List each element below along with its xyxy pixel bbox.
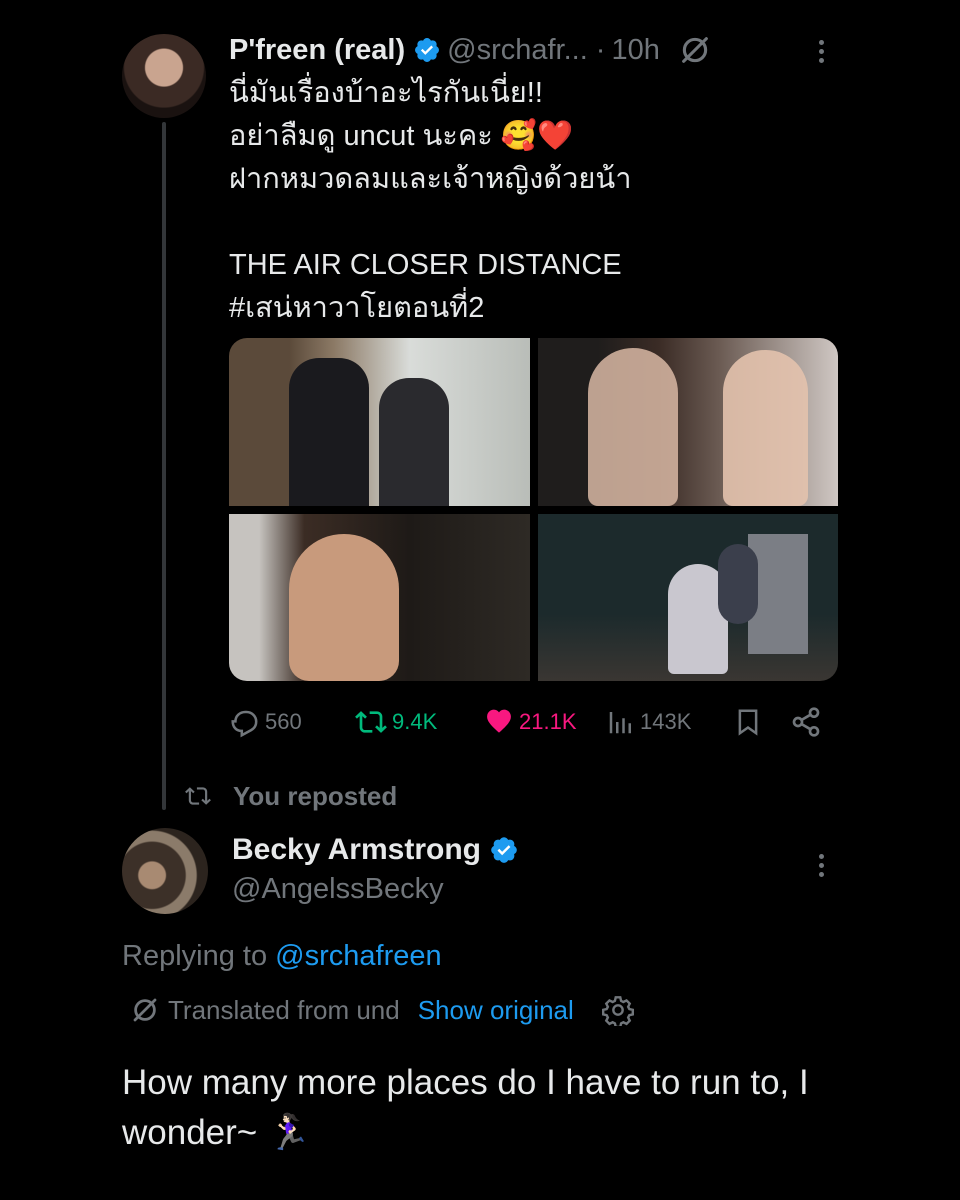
media-photo-3[interactable]	[229, 514, 530, 681]
author-name[interactable]: P'freen (real)	[229, 34, 405, 67]
replying-to: Replying to @srchafreen	[122, 936, 442, 976]
author-handle[interactable]: @AngelssBecky	[232, 870, 444, 908]
tweet-line-title: THE AIR CLOSER DISTANCE	[229, 249, 622, 281]
views-icon	[609, 712, 631, 734]
gear-icon[interactable]	[601, 994, 634, 1026]
share-icon	[792, 707, 820, 737]
like-count: 21.1K	[519, 709, 577, 734]
thread-connector-line	[162, 122, 166, 810]
reply-button[interactable]: 560	[229, 700, 302, 744]
translation-bar: Translated from und Show original	[130, 990, 634, 1030]
reply-icon	[231, 710, 258, 738]
repost-count: 9.4K	[392, 709, 438, 734]
replying-to-handle[interactable]: @srchafreen	[275, 940, 441, 972]
heart-icon	[487, 709, 511, 733]
translate-icon	[133, 998, 157, 1022]
views-count: 143K	[640, 709, 692, 734]
verified-badge-icon	[491, 837, 517, 863]
verified-badge-icon	[415, 38, 440, 62]
tweet-line-1: นี่มันเรื่องบ้าอะไรกันเนี่ย!!	[229, 77, 543, 109]
translated-from-label: Translated from und	[168, 994, 400, 1025]
views-button[interactable]: 143K	[606, 700, 691, 744]
media-grid	[229, 338, 838, 681]
media-photo-4[interactable]	[538, 514, 838, 681]
repost-banner-label: You reposted	[233, 780, 398, 811]
avatar-pfreen[interactable]	[122, 34, 206, 118]
tweet-timestamp[interactable]: 10h	[611, 34, 659, 67]
reply-tweet-text: How many more places do I have to run to…	[122, 1063, 809, 1152]
avatar-becky[interactable]	[122, 828, 208, 914]
repost-icon	[355, 711, 387, 733]
repost-icon	[185, 787, 211, 805]
like-button[interactable]: 21.1K	[483, 700, 577, 744]
share-button[interactable]	[790, 700, 826, 744]
author-handle[interactable]: @srchafr...	[447, 34, 588, 67]
reply-count: 560	[265, 709, 302, 734]
bookmark-button[interactable]	[733, 700, 767, 744]
bookmark-icon	[738, 709, 758, 736]
media-photo-2[interactable]	[538, 338, 838, 506]
more-icon[interactable]	[817, 850, 825, 881]
media-photo-1[interactable]	[229, 338, 530, 506]
repost-banner: You reposted	[185, 777, 397, 815]
author-name[interactable]: Becky Armstrong	[232, 833, 481, 867]
show-original-link[interactable]: Show original	[418, 995, 574, 1026]
repost-button[interactable]: 9.4K	[354, 700, 437, 744]
translate-icon[interactable]	[678, 33, 712, 67]
hashtag-link[interactable]: #เสน่หาวาโยตอนที่2	[229, 287, 829, 330]
more-icon[interactable]	[817, 36, 825, 67]
tweet-line-2: อย่าลืมดู uncut นะคะ 🥰❤️	[229, 120, 574, 152]
meta-separator: ·	[595, 33, 606, 66]
replying-to-label: Replying to	[122, 940, 276, 972]
tweet-line-3: ฝากหมวดลมและเจ้าหญิงด้วยน้า	[229, 163, 632, 195]
